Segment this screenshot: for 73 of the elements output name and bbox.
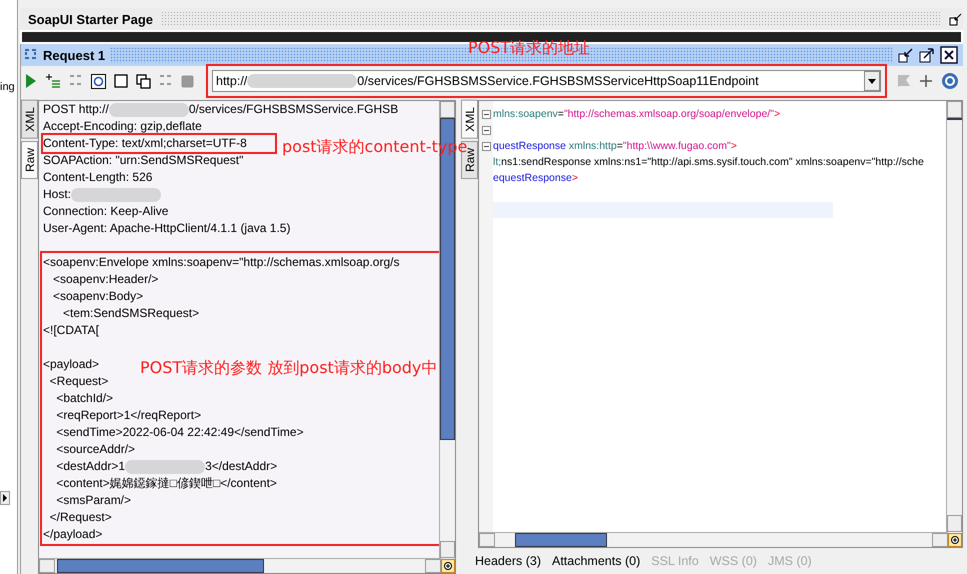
editor-tab[interactable]: XML	[21, 100, 38, 139]
minimize-icon[interactable]	[949, 12, 963, 26]
code-text: =	[558, 108, 564, 120]
code-line: <Request>	[48, 373, 108, 390]
editor-tab[interactable]: XML	[461, 100, 478, 139]
bottom-tab[interactable]: Attachments (0)	[552, 554, 640, 568]
code-line: Content-Type: text/xml;charset=UTF-8	[43, 135, 275, 152]
code-text: xmlns:http	[568, 140, 617, 152]
code-text: questResponse	[493, 140, 566, 152]
refresh-icon[interactable]	[91, 74, 106, 88]
code-line: <soapenv:Header/>	[52, 271, 158, 288]
code-line: </payload>	[43, 526, 102, 543]
endpoint-field[interactable]: http:// 0/services/FGHSBSMSService.FGHSBSMSServiceHttpSoap11Endpoint	[212, 70, 881, 92]
zoom-icon[interactable]	[441, 558, 455, 572]
code-line: Content-Length: 526	[43, 169, 152, 186]
maximize-icon[interactable]	[919, 47, 935, 63]
code-line: <soapenv:Body>	[52, 288, 144, 305]
navigator-item-label[interactable]: ing	[0, 81, 15, 93]
code-text: "http:\\www.fugao.com"	[622, 140, 731, 152]
code-line: Accept-Encoding: gzip,deflate	[43, 118, 202, 135]
dropdown-icon[interactable]	[864, 71, 880, 91]
code-line: Connection: Keep-Alive	[43, 203, 168, 220]
help-icon[interactable]	[941, 72, 959, 90]
horizontal-scrollbar[interactable]	[39, 558, 441, 573]
add-list-icon[interactable]	[45, 73, 61, 89]
close-icon[interactable]	[940, 46, 958, 64]
annotation-label: POST请求的参数 放到post请求的body中	[140, 358, 438, 379]
copy-icon[interactable]	[136, 74, 151, 88]
code-text: 3</destAddr>	[205, 459, 278, 473]
code-text: "http://schemas.xmlsoap.org/soap/envelope/"	[564, 108, 774, 120]
code-line: <reqReport>1</reqReport>	[55, 407, 202, 424]
request-title: Request 1	[43, 48, 106, 62]
endpoint-text: 0/services/FGHSBSMSService.FGHSBSMSServiceHttpSoap11Endpoint	[357, 74, 759, 88]
code-line: <sourceAddr/>	[55, 441, 136, 458]
code-line: SOAPAction: "urn:SendSMSRequest"	[43, 152, 244, 169]
endpoint-text: http://	[216, 74, 248, 88]
code-line: <smsParam/>	[55, 492, 132, 509]
code-line: <batchId/>	[55, 390, 114, 407]
code-line: <content>娓婂鐚鎵撻□偐鍥呭□</content>	[55, 475, 277, 492]
plus-icon[interactable]	[919, 74, 933, 88]
code-text: >	[730, 140, 737, 152]
code-text: ns1:sendResponse xmlns:ns1="http://api.sms.sysif.touch.com" xmlns:soapenv="http://sche	[501, 156, 924, 168]
bottom-tab[interactable]: Headers (3)	[475, 554, 541, 568]
code-line: <payload>	[43, 356, 100, 373]
code-line: <tem:SendSMSRequest>	[62, 305, 200, 322]
scroll-right-icon[interactable]	[0, 491, 10, 505]
code-text: >	[572, 172, 578, 184]
code-line: <soapenv:Envelope xmlns:soapenv="http://schemas.xmlsoap.org/s	[43, 254, 400, 271]
play-icon[interactable]	[25, 73, 37, 89]
code-line: User-Agent: Apache-HttpClient/4.1.1 (java 1.5)	[43, 220, 290, 237]
code-text: =	[616, 140, 623, 152]
minimize-icon[interactable]	[898, 47, 914, 63]
code-text: equestResponse	[493, 172, 572, 184]
code-text: mlns:soapenv	[493, 108, 558, 120]
code-text: Host:	[43, 187, 72, 201]
tab-title[interactable]: SoapUI Starter Page	[28, 12, 153, 26]
code-text: >	[774, 108, 780, 120]
editor-tab[interactable]: Raw	[21, 140, 38, 179]
zoom-icon[interactable]	[948, 532, 962, 546]
collapse-icon[interactable]	[482, 126, 490, 134]
vertical-scrollbar[interactable]	[946, 101, 962, 532]
code-text: lt;	[493, 156, 502, 168]
horizontal-scrollbar[interactable]	[479, 532, 948, 547]
collapse-icon[interactable]	[482, 110, 490, 118]
code-line: </Request>	[48, 509, 112, 526]
code-line: <sendTime>2022-06-04 22:42:49</sendTime>	[55, 424, 304, 441]
code-text: POST http://	[43, 102, 109, 116]
annotation-label: POST请求的地址	[468, 38, 590, 59]
code-text: 0/services/FGHSBSMSService.FGHSB	[188, 102, 398, 116]
collapse-icon[interactable]	[482, 142, 490, 150]
square-icon[interactable]	[114, 74, 128, 88]
code-line: <![CDATA[	[43, 322, 99, 339]
code-text: <destAddr>1	[55, 459, 126, 473]
